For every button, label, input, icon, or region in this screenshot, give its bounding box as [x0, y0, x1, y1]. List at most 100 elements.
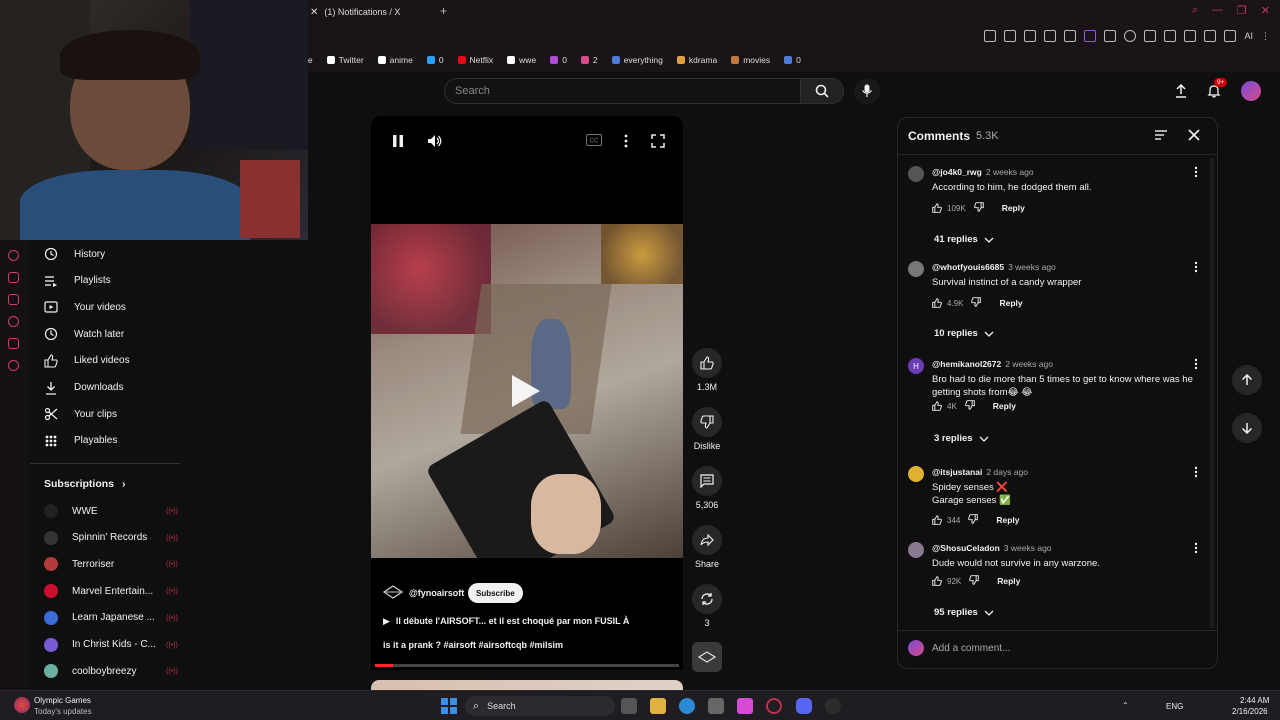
tray-chevron-icon[interactable]: ⌃ — [1122, 701, 1129, 710]
bookmark-item[interactable]: Twitter — [326, 55, 364, 65]
comment-author[interactable]: @hemikanol2672 2 weeks ago — [932, 359, 1053, 369]
volume-button[interactable] — [427, 134, 443, 148]
start-button[interactable] — [441, 698, 457, 714]
extension-icon[interactable] — [1144, 30, 1157, 42]
channel-avatar[interactable] — [383, 585, 403, 599]
discord-icon[interactable] — [796, 698, 812, 714]
view-replies-button[interactable]: 41 replies — [934, 234, 994, 245]
commenter-avatar[interactable]: H — [908, 358, 924, 374]
comment-like-button[interactable]: 344 — [932, 515, 960, 525]
widget-title[interactable]: Olympic Games — [34, 696, 91, 705]
extension-icon[interactable] — [984, 30, 997, 42]
channel-name[interactable]: @fynoairsoft — [409, 588, 464, 598]
comment-like-button[interactable]: 109K — [932, 203, 966, 213]
subscription-item[interactable]: Learn Japanese ... ((•)) — [44, 608, 178, 628]
store-icon[interactable] — [708, 698, 724, 714]
bookmark-item[interactable]: kdrama — [676, 55, 717, 65]
edge-icon[interactable] — [679, 698, 695, 714]
rail-app-icon[interactable] — [8, 316, 19, 327]
play-icon[interactable] — [509, 372, 543, 410]
new-tab-button[interactable]: + — [440, 4, 447, 18]
captions-button[interactable]: CC — [586, 134, 602, 146]
sidebar-item-downloads[interactable]: Downloads — [44, 378, 123, 398]
extension-icon[interactable] — [1164, 30, 1177, 42]
bookmark-item[interactable]: anime — [377, 55, 413, 65]
steam-icon[interactable] — [825, 698, 841, 714]
comment-dislike-button[interactable] — [964, 400, 975, 412]
reply-button[interactable]: Reply — [996, 515, 1019, 525]
bookmark-item[interactable]: everything — [611, 55, 663, 65]
rail-app-icon[interactable] — [8, 294, 19, 305]
bookmark-item[interactable]: wwe — [507, 55, 536, 65]
minimize-icon[interactable]: — — [1212, 4, 1223, 17]
reply-button[interactable]: Reply — [997, 576, 1020, 586]
extension-icon[interactable] — [1124, 30, 1137, 42]
progress-track[interactable] — [375, 664, 679, 667]
add-comment-input[interactable]: Add a comment... — [908, 640, 1010, 656]
download-icon[interactable] — [1204, 30, 1217, 42]
comment-author[interactable]: @jo4k0_rwg 2 weeks ago — [932, 167, 1034, 177]
comment-dislike-button[interactable] — [969, 575, 979, 587]
more-options-button[interactable] — [623, 134, 629, 148]
comment-like-button[interactable]: 4.9K — [932, 298, 963, 308]
previous-short-button[interactable] — [1232, 365, 1262, 395]
like-button[interactable] — [692, 348, 722, 378]
comment-like-button[interactable]: 4K — [932, 401, 957, 411]
sidebar-item-watch-later[interactable]: Watch later — [44, 324, 124, 344]
language-indicator[interactable]: ENG — [1166, 702, 1183, 711]
comment-more-button[interactable] — [1194, 466, 1198, 478]
fullscreen-button[interactable] — [651, 134, 665, 148]
share-action[interactable]: Share — [692, 525, 722, 569]
commenter-avatar[interactable] — [908, 166, 924, 182]
sidebar-item-your-videos[interactable]: Your videos — [44, 297, 126, 317]
menu-icon[interactable]: ⋮ — [1261, 31, 1270, 42]
comment-author[interactable]: @itsjustanai 2 days ago — [932, 467, 1028, 477]
bookmark-item[interactable]: 2 — [580, 55, 598, 65]
rail-app-icon[interactable] — [8, 272, 19, 283]
like-action[interactable]: 1.3M — [692, 348, 722, 392]
close-icon[interactable]: ✕ — [1261, 4, 1270, 17]
share-button[interactable] — [692, 525, 722, 555]
browser-tab[interactable]: ✕ (1) Notifications / X — [310, 2, 400, 22]
comment-more-button[interactable] — [1194, 261, 1198, 273]
extension-icon[interactable] — [1084, 30, 1097, 42]
commenter-avatar[interactable] — [908, 261, 924, 277]
reply-button[interactable]: Reply — [993, 401, 1016, 411]
sound-action[interactable] — [692, 642, 722, 676]
next-short-button[interactable] — [1232, 413, 1262, 443]
file-explorer-icon[interactable] — [650, 698, 666, 714]
extension-icon[interactable] — [1044, 30, 1057, 42]
commenter-avatar[interactable] — [908, 466, 924, 482]
comment-more-button[interactable] — [1194, 166, 1198, 178]
comments-action[interactable]: 5,306 — [692, 466, 722, 510]
subscription-item[interactable]: coolboybreezy ((•)) — [44, 661, 178, 681]
ai-label[interactable]: AI — [1244, 31, 1253, 41]
subscription-item[interactable]: Marvel Entertain... ((•)) — [44, 581, 178, 601]
view-replies-button[interactable]: 95 replies — [934, 607, 994, 618]
subscription-item[interactable]: WWE ((•)) — [44, 501, 178, 521]
comment-author[interactable]: @ShosuCeladon 3 weeks ago — [932, 543, 1052, 553]
reply-button[interactable]: Reply — [999, 298, 1022, 308]
pause-button[interactable] — [391, 134, 405, 148]
task-view-icon[interactable] — [621, 698, 637, 714]
dislike-action[interactable]: Dislike — [692, 407, 722, 451]
sidebar-item-liked-videos[interactable]: Liked videos — [44, 351, 130, 371]
shorts-player[interactable]: CC @fynoairsoft Subscribe ▶ Il débute l'… — [371, 116, 683, 670]
opera-gx-icon[interactable] — [766, 698, 782, 714]
bookmark-item[interactable]: Netflix — [457, 55, 493, 65]
extension-icon[interactable] — [1024, 30, 1037, 42]
comment-dislike-button[interactable] — [968, 514, 979, 526]
comment-dislike-button[interactable] — [971, 297, 982, 309]
sort-button[interactable] — [1154, 129, 1168, 141]
weather-widget-icon[interactable] — [14, 697, 30, 713]
bookmark-item[interactable]: 0 — [784, 55, 801, 65]
search-button[interactable] — [800, 78, 844, 104]
account-avatar[interactable] — [1240, 80, 1262, 102]
comments-button[interactable] — [692, 466, 722, 496]
comment-more-button[interactable] — [1194, 542, 1198, 554]
sidebar-item-your-clips[interactable]: Your clips — [44, 404, 117, 424]
rail-settings-icon[interactable] — [8, 360, 19, 371]
bookmark-item[interactable]: movies — [731, 55, 770, 65]
commenter-avatar[interactable] — [908, 542, 924, 558]
maximize-icon[interactable]: ❐ — [1237, 4, 1247, 17]
